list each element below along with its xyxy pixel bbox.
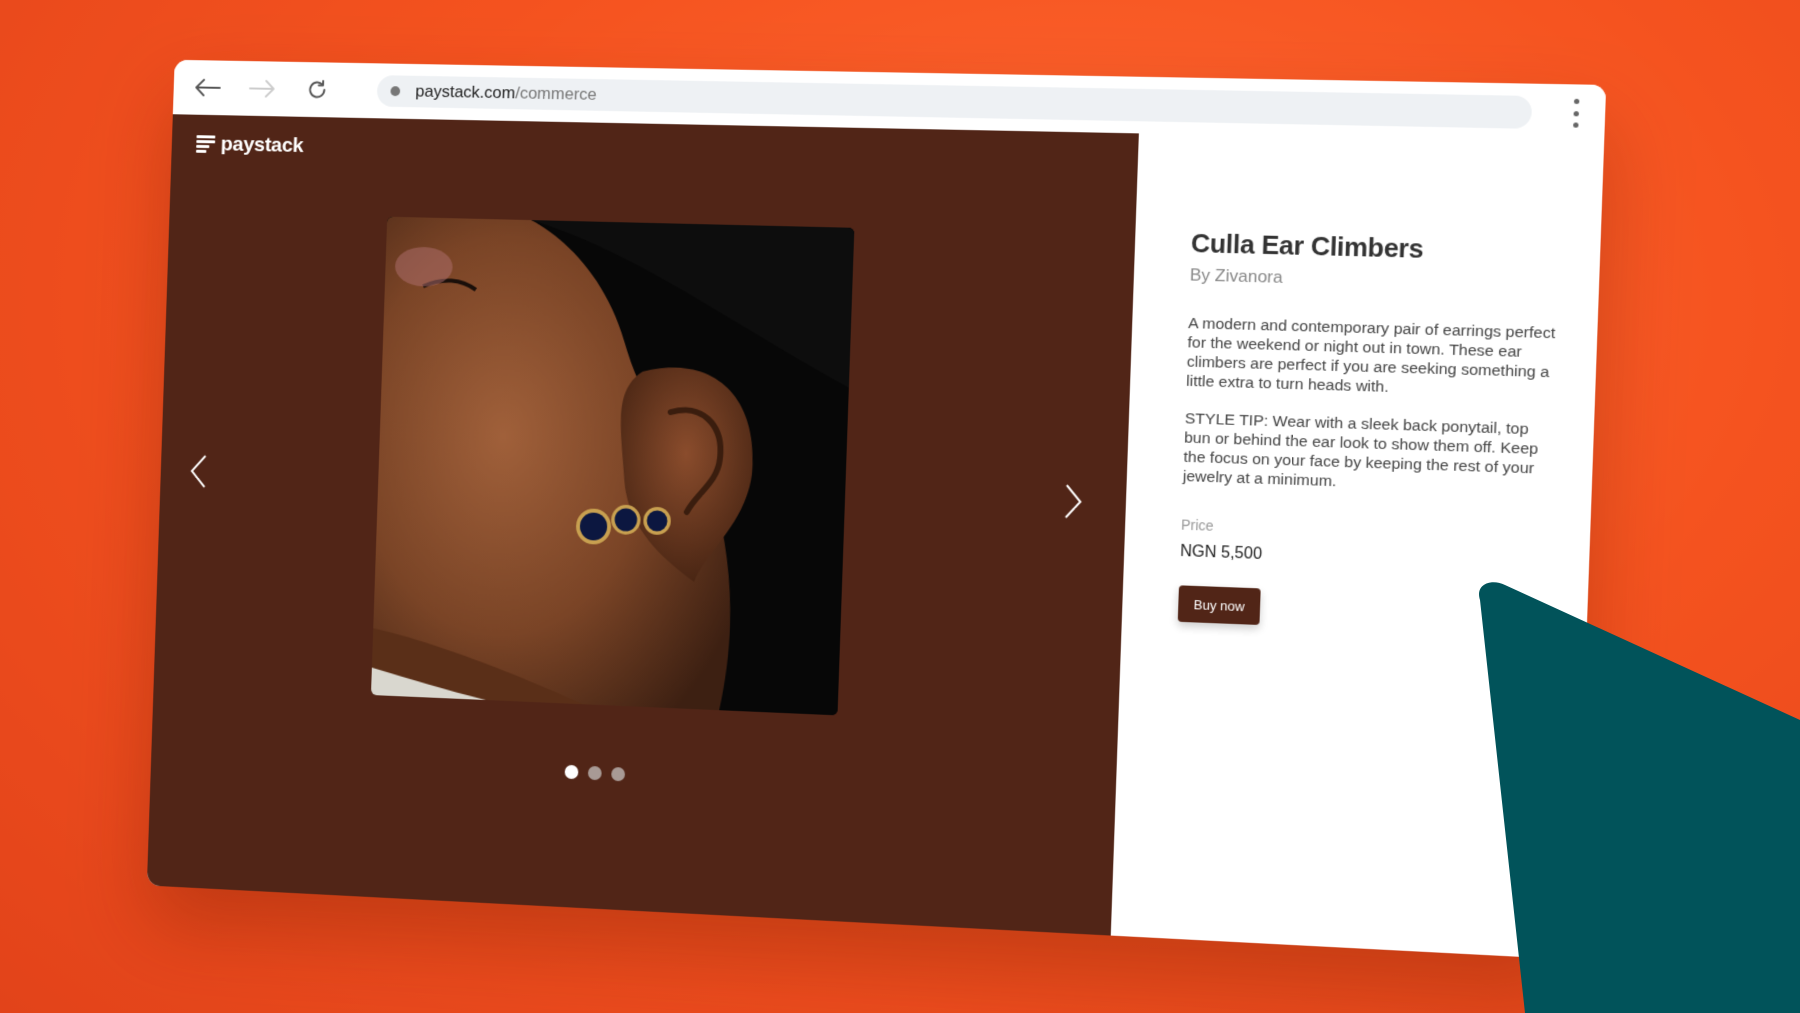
site-info-icon[interactable] — [390, 86, 401, 97]
carousel-next-button[interactable] — [1052, 471, 1095, 533]
logo-text: paystack — [220, 132, 304, 157]
product-details-pane: Culla Ear Climbers By Zivanora A modern … — [1110, 133, 1605, 960]
product-style-tip: STYLE TIP: Wear with a sleek back ponyta… — [1182, 410, 1539, 491]
price-label: Price — [1180, 516, 1214, 534]
buy-now-button[interactable]: Buy now — [1177, 585, 1261, 625]
product-info: Culla Ear Climbers By Zivanora A modern … — [1177, 227, 1564, 637]
stage: paystack.com/commerce paystack Culla Ear… — [0, 0, 1800, 1013]
reload-icon[interactable] — [296, 70, 339, 110]
product-description: A modern and contemporary pair of earrin… — [1185, 314, 1556, 396]
product-title: Culla Ear Climbers — [1190, 227, 1424, 264]
url-path: /commerce — [514, 83, 598, 104]
chevron-right-icon — [1061, 481, 1085, 522]
paystack-logo-icon — [195, 135, 216, 153]
more-vertical-icon[interactable] — [1571, 98, 1580, 128]
carousel-dot-1[interactable] — [564, 764, 579, 780]
carousel-dot-2[interactable] — [587, 765, 602, 781]
back-arrow-icon[interactable] — [186, 68, 229, 108]
earring-photo — [370, 216, 855, 716]
carousel-prev-button[interactable] — [179, 441, 219, 501]
browser-window: paystack.com/commerce paystack Culla Ear… — [146, 59, 1607, 960]
product-brand: By Zivanora — [1189, 265, 1284, 287]
page-content: paystack Culla Ear Climbers By Zivanora … — [146, 114, 1605, 960]
product-gallery-pane: paystack — [146, 114, 1139, 936]
forward-arrow-icon[interactable] — [241, 69, 284, 109]
chevron-left-icon — [187, 451, 209, 491]
product-image — [370, 216, 855, 716]
carousel-dot-3[interactable] — [611, 766, 626, 782]
price-value: NGN 5,500 — [1179, 542, 1263, 564]
carousel-indicators — [564, 764, 626, 782]
url-host: paystack.com — [415, 81, 516, 103]
paystack-logo[interactable]: paystack — [195, 132, 304, 158]
